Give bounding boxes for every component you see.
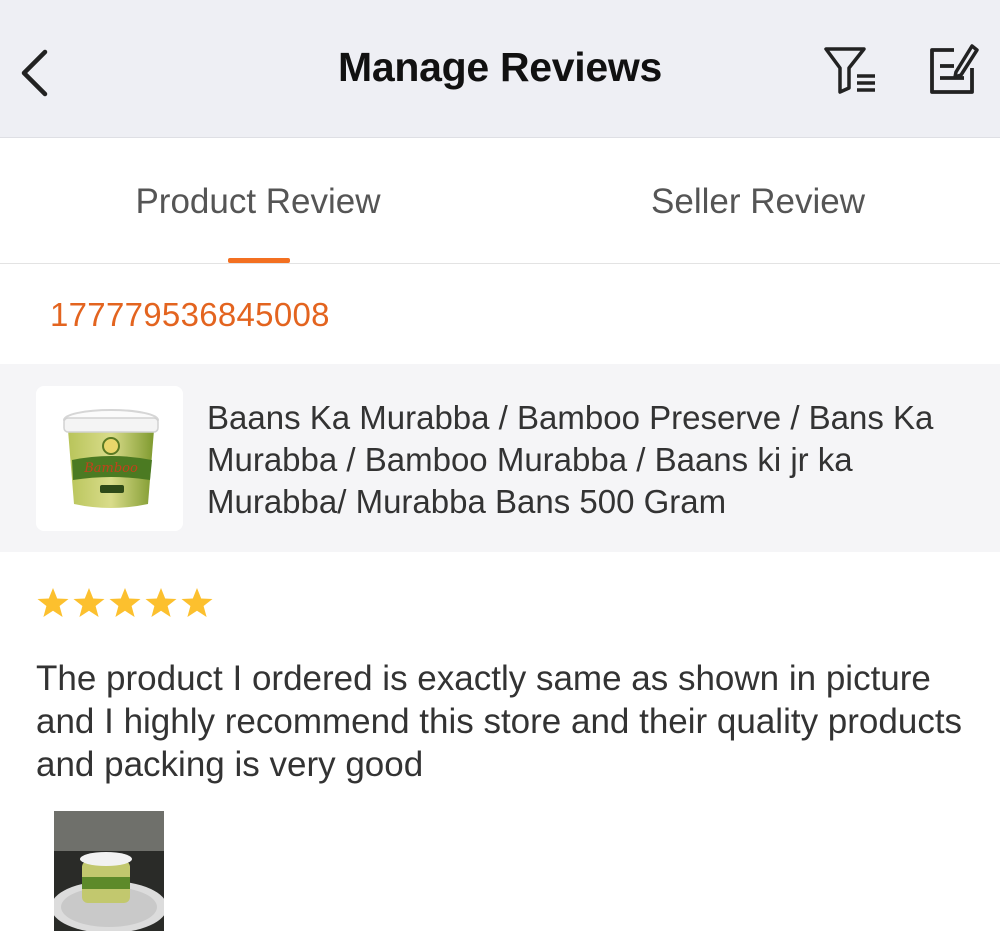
star-icon xyxy=(109,588,141,617)
write-review-icon xyxy=(930,44,979,94)
product-image[interactable]: Bamboo xyxy=(36,386,183,531)
review-text: The product I ordered is exactly same as… xyxy=(36,659,963,784)
customer-photo-image xyxy=(54,811,164,931)
product-item[interactable]: Bamboo Baans Ka Murabba / Bamboo Preserv… xyxy=(0,364,1000,552)
star-icon xyxy=(181,588,213,617)
svg-text:Bamboo: Bamboo xyxy=(83,461,138,476)
tab-seller-review[interactable]: Seller Review xyxy=(508,138,1000,263)
filter-button[interactable] xyxy=(820,44,880,96)
star-rating xyxy=(36,586,226,622)
bamboo-jar-image: Bamboo xyxy=(63,409,159,508)
review-photo[interactable] xyxy=(54,811,164,931)
tab-product-review[interactable]: Product Review xyxy=(8,138,508,263)
star-icon xyxy=(73,588,105,617)
filter-list-icon xyxy=(824,47,875,94)
product-title: Baans Ka Murabba / Bamboo Preserve / Ban… xyxy=(207,399,934,520)
order-number[interactable]: 177779536845008 xyxy=(50,296,330,334)
write-review-button[interactable] xyxy=(924,42,980,98)
top-navigation-bar: Manage Reviews xyxy=(0,0,1000,138)
star-icon xyxy=(37,588,69,617)
active-tab-indicator xyxy=(228,258,290,263)
star-icon xyxy=(145,588,177,617)
review-tabs: Product Review Seller Review xyxy=(0,138,1000,264)
